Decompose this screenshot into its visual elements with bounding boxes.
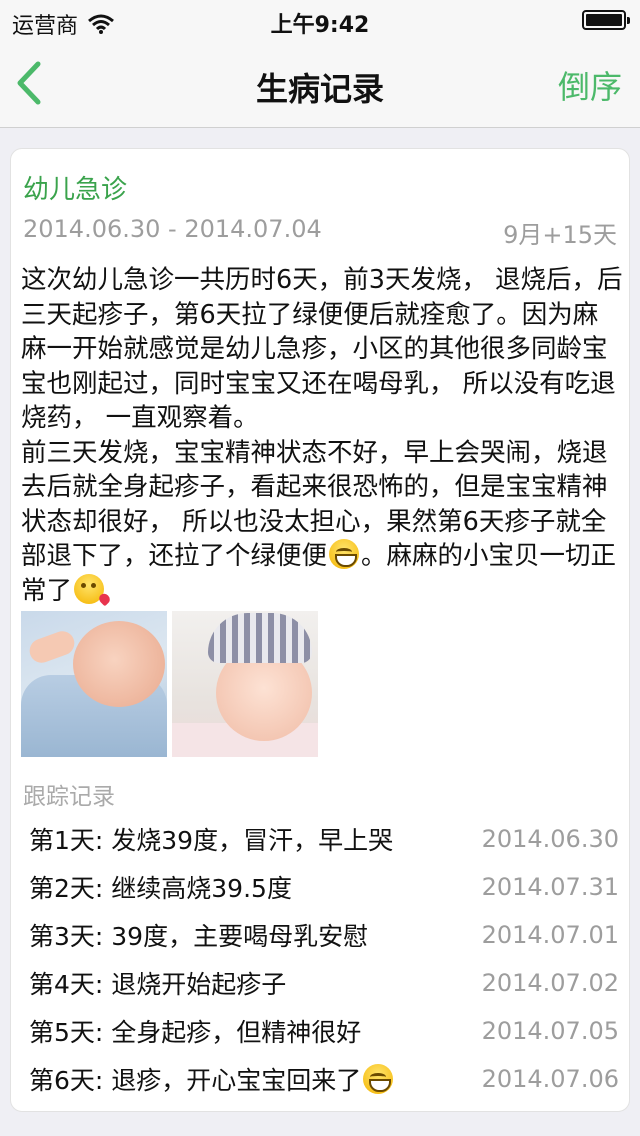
tracking-row[interactable]: 第3天: 39度，主要喝母乳安慰 2014.07.01 — [29, 911, 619, 959]
tracking-text: 第3天: 39度，主要喝母乳安慰 — [29, 922, 369, 951]
tracking-text-value: 第6天: 退疹，开心宝宝回来了 — [29, 1066, 362, 1095]
page-title: 生病记录 — [255, 70, 384, 108]
tracking-date: 2014.07.06 — [481, 1065, 619, 1093]
tracking-text: 第2天: 继续高烧39.5度 — [29, 874, 292, 903]
tracking-date: 2014.07.01 — [481, 921, 619, 949]
tracking-text: 第1天: 发烧39度，冒汗，早上哭 — [29, 826, 394, 855]
status-time: 上午9:42 — [270, 13, 370, 38]
tracking-row[interactable]: 第2天: 继续高烧39.5度 2014.07.31 — [29, 863, 619, 911]
record-body: 这次幼儿急诊一共历时6天，前3天发烧， 退烧后，后三天起疹子，第6天拉了绿便便后… — [21, 263, 623, 608]
tracking-date: 2014.06.30 — [481, 825, 619, 853]
photo-arm — [26, 627, 78, 667]
grinning-face-icon — [329, 539, 360, 569]
tracking-date: 2014.07.02 — [481, 969, 619, 997]
nav-bar: 生病记录 倒序 — [0, 40, 640, 128]
record-card: 幼儿急诊 2014.06.30 - 2014.07.04 9月+15天 这次幼儿… — [10, 148, 630, 1112]
smiling-baby-photo[interactable] — [172, 611, 318, 757]
kiss-face-icon — [74, 573, 105, 604]
crying-baby-photo[interactable] — [21, 611, 167, 757]
tracking-text: 第5天: 全身起疹，但精神很好 — [29, 1018, 362, 1047]
reverse-order-button[interactable]: 倒序 — [558, 62, 622, 108]
tracking-row[interactable]: 第4天: 退烧开始起疹子 2014.07.02 — [29, 959, 619, 1007]
status-bar: 运营商 上午9:42 — [0, 0, 640, 40]
grinning-face-icon — [363, 1064, 394, 1094]
tracking-row[interactable]: 第1天: 发烧39度，冒汗，早上哭 2014.06.30 — [29, 815, 619, 863]
tracking-text: 第6天: 退疹，开心宝宝回来了 — [29, 1061, 395, 1097]
record-age: 9月+15天 — [503, 221, 617, 249]
tracking-row[interactable]: 第5天: 全身起疹，但精神很好 2014.07.05 — [29, 1007, 619, 1055]
photo-hat — [208, 613, 312, 663]
battery-fill — [586, 14, 622, 26]
photo-gallery — [21, 611, 318, 757]
tracking-row[interactable]: 第6天: 退疹，开心宝宝回来了 2014.07.06 — [29, 1055, 619, 1103]
tracking-text: 第4天: 退烧开始起疹子 — [29, 970, 287, 999]
record-title: 幼儿急诊 — [23, 175, 128, 205]
tracking-date: 2014.07.31 — [481, 873, 619, 901]
body-paragraph-2: 前三天发烧，宝宝精神状态不好，早上会哭闹，烧退去后就全身起疹子，看起来很恐怖的，… — [21, 436, 623, 609]
battery-icon — [582, 10, 630, 30]
tracking-date: 2014.07.05 — [481, 1017, 619, 1045]
record-dates: 2014.06.30 - 2014.07.04 — [23, 215, 322, 243]
photo-baby-face — [73, 621, 165, 707]
tracking-list: 第1天: 发烧39度，冒汗，早上哭 2014.06.30 第2天: 继续高烧39… — [29, 815, 619, 1103]
tracking-label: 跟踪记录 — [23, 784, 115, 810]
body-paragraph-1: 这次幼儿急诊一共历时6天，前3天发烧， 退烧后，后三天起疹子，第6天拉了绿便便后… — [21, 265, 623, 433]
